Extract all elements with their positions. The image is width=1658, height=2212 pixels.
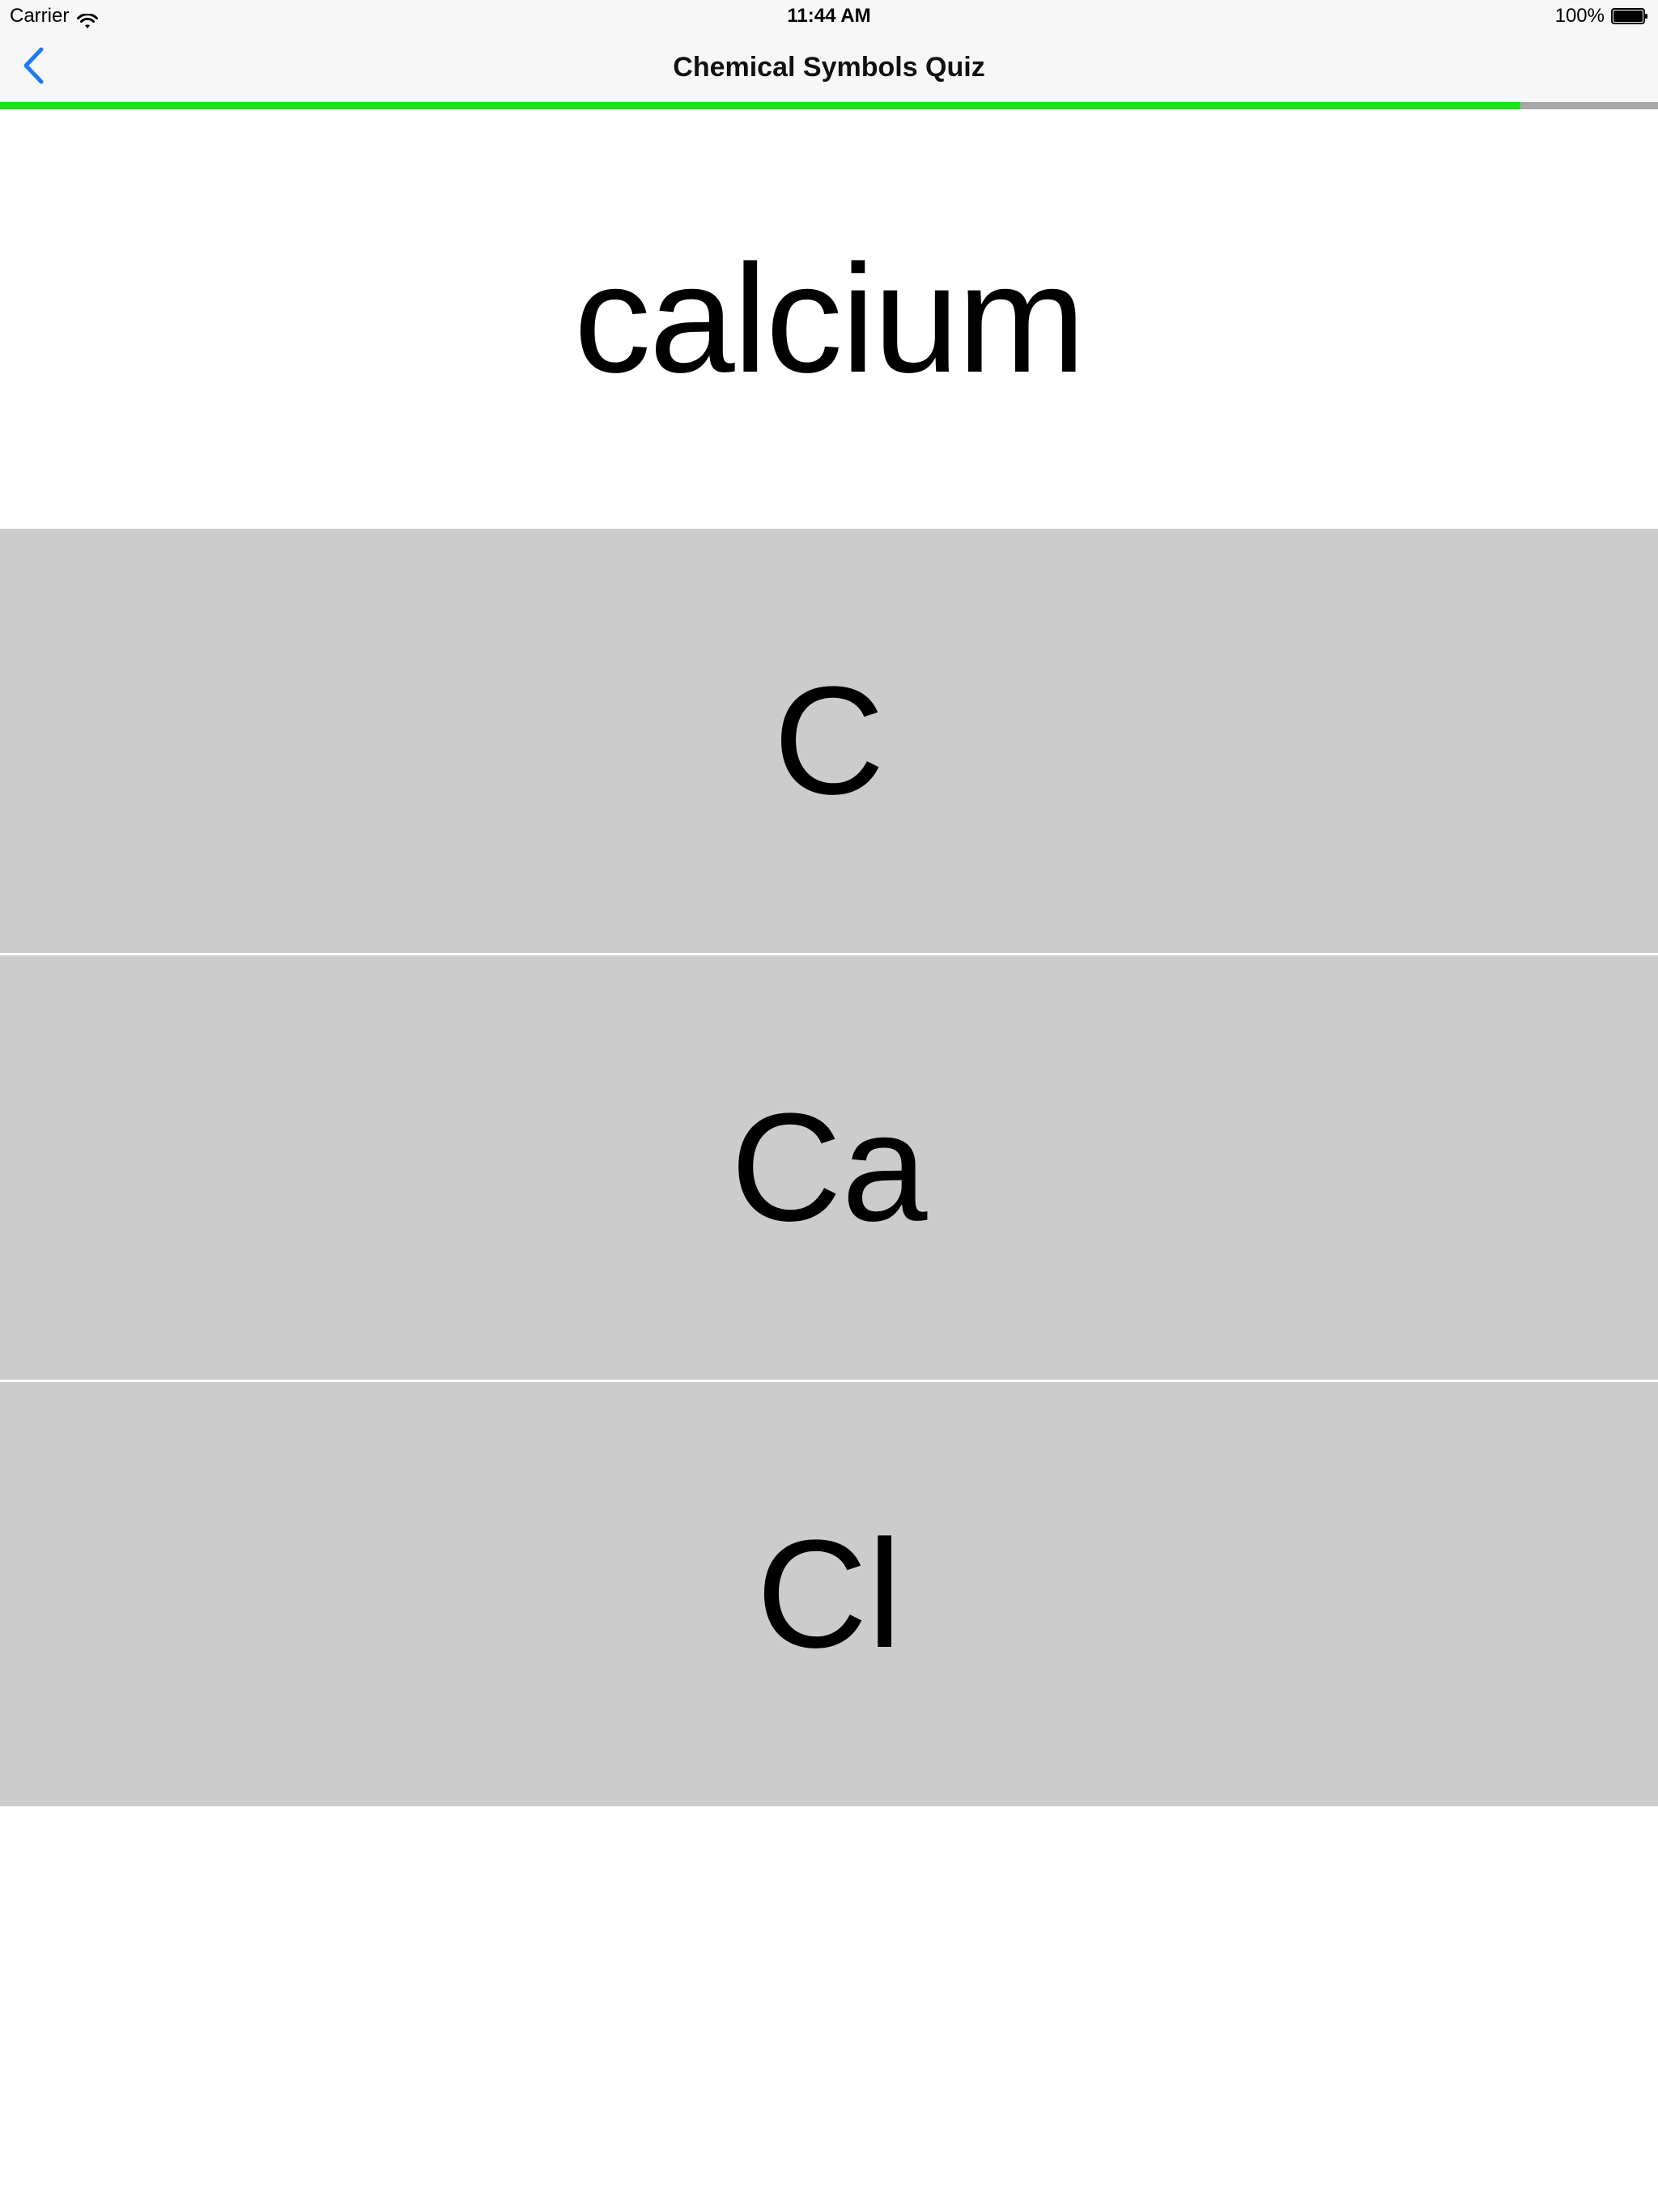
status-time: 11:44 AM [787,5,871,27]
question-text: calcium [573,233,1086,405]
battery-percent: 100% [1554,5,1605,27]
progress-fill [0,102,1521,109]
answer-button-2[interactable]: Ca [0,955,1658,1380]
answer-list: C Ca Cl [0,529,1658,1806]
status-bar: Carrier 11:44 AM 100% [0,0,1658,32]
answer-button-3[interactable]: Cl [0,1382,1658,1806]
navigation-bar: Chemical Symbols Quiz [0,32,1658,102]
page-title: Chemical Symbols Quiz [673,52,985,83]
battery-icon [1611,8,1648,24]
answer-button-1[interactable]: C [0,529,1658,953]
progress-bar [0,102,1658,109]
status-right: 100% [1555,0,1648,32]
